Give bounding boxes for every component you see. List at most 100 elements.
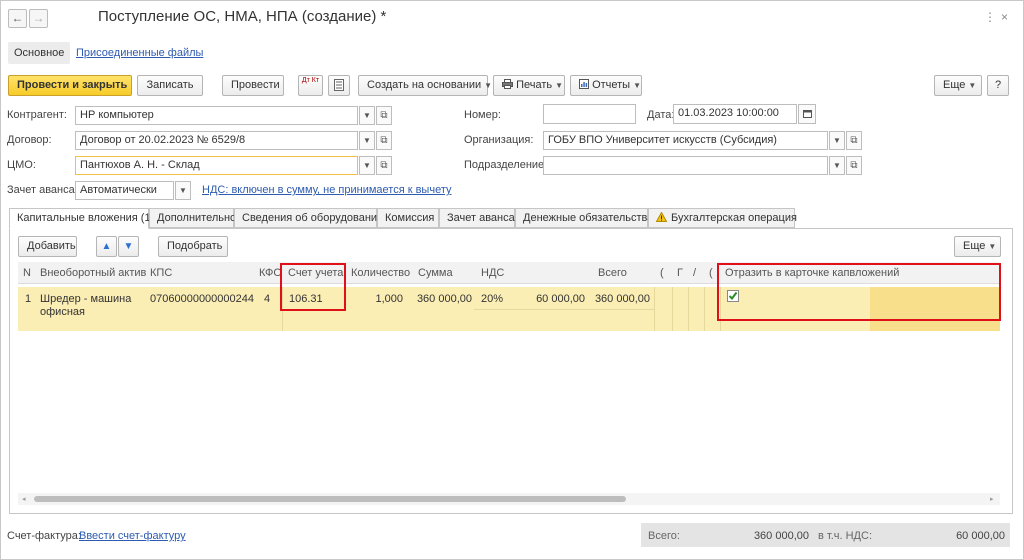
cell-divider [474,309,654,310]
cell-asset[interactable]: Шредер - машина офисная [40,293,145,319]
cell-vat-rate[interactable]: 20% [481,293,503,305]
department-field[interactable] [543,156,828,175]
department-open-icon[interactable]: ⧉ [846,156,862,175]
col-n[interactable]: N [23,267,31,279]
cell-divider [688,287,689,331]
save-button[interactable]: Записать [137,75,203,96]
back-button[interactable]: ← [8,9,27,28]
more-icon[interactable]: ⋮ [984,10,996,24]
cell-divider [654,287,655,331]
cell-total[interactable]: 360 000,00 [588,293,650,305]
col-vat[interactable]: НДС [481,267,504,279]
dt-kt-button[interactable]: Дт Кт [298,75,323,96]
contract-dropdown[interactable]: ▼ [359,131,375,150]
counterparty-open-icon[interactable]: ⧉ [376,106,392,125]
number-label: Номер: [464,109,501,121]
counterparty-dropdown[interactable]: ▼ [359,106,375,125]
calendar-button[interactable] [798,104,816,124]
vat-mode-link[interactable]: НДС: включен в сумму, не принимается к в… [202,184,451,196]
forward-button[interactable]: → [29,9,48,28]
cell-kfo[interactable]: 4 [264,293,270,305]
col-quantity[interactable]: Количество [351,267,410,279]
col-extra-1[interactable]: ( [660,267,664,279]
arrow-up-icon: ▲ [101,241,112,252]
contract-field[interactable]: Договор от 20.02.2023 № 6529/8 [75,131,358,150]
help-button[interactable]: ? [987,75,1009,96]
cmo-label: ЦМО: [7,159,36,171]
arrow-right-icon: → [32,11,45,25]
move-down-button[interactable]: ▼ [118,236,139,257]
counterparty-field[interactable]: НР компьютер [75,106,358,125]
tab-attached-files[interactable]: Присоединенные файлы [70,42,209,64]
arrow-left-icon: ← [11,11,24,25]
col-asset[interactable]: Внеоборотный актив [40,267,146,279]
tab-equipment-info[interactable]: Сведения об оборудовании [234,208,383,228]
tab-additional[interactable]: Дополнительно [149,208,236,228]
tab-capital-investments[interactable]: Капитальные вложения (1) [9,208,154,229]
page-title: Поступление ОС, НМА, НПА (создание) * [98,8,387,25]
organization-field[interactable]: ГОБУ ВПО Университет искусств (Субсидия) [543,131,828,150]
create-based-on-button[interactable]: Создать на основании ▼ [358,75,492,96]
account-column-highlight [280,263,346,311]
report-chart-icon [579,79,589,89]
advance-select[interactable]: Автоматически [75,181,174,200]
reports-label: Отчеты [592,79,631,91]
col-kps[interactable]: КПС [150,267,172,279]
department-dropdown[interactable]: ▼ [829,156,845,175]
arrow-down-icon: ▼ [123,241,134,252]
organization-open-icon[interactable]: ⧉ [846,131,862,150]
col-extra-4[interactable]: ( [709,267,713,279]
col-kfo[interactable]: КФО [259,267,282,279]
cmo-field[interactable]: Пантюхов А. Н. - Склад [75,156,358,175]
reports-button[interactable]: Отчеты ▼ [570,75,642,96]
add-row-button[interactable]: Добавить [18,236,77,257]
cmo-open-icon[interactable]: ⧉ [376,156,392,175]
chevron-down-icon: ▼ [555,81,564,90]
scroll-left-icon[interactable]: ◂ [22,495,26,503]
col-extra-2[interactable]: Г [677,267,683,279]
advance-label: Зачет аванса: [7,184,78,196]
cell-divider [672,287,673,331]
tab-commission[interactable]: Комиссия [377,208,439,228]
department-label: Подразделение: [464,159,548,171]
advance-dropdown[interactable]: ▼ [175,181,191,200]
print-button[interactable]: Печать ▼ [493,75,565,96]
select-items-button[interactable]: Подобрать [158,236,228,257]
col-total[interactable]: Всего [598,267,627,279]
chevron-down-icon: ▼ [988,242,997,251]
post-button[interactable]: Провести [222,75,284,96]
cell-divider [704,287,705,331]
dt-kt-icon: Дт Кт [301,77,320,84]
chevron-down-icon: ▼ [484,81,493,90]
cmo-dropdown[interactable]: ▼ [359,156,375,175]
tab-accounting-operation[interactable]: Бухгалтерская операция [648,208,797,228]
scrollbar-thumb[interactable] [34,496,626,502]
more-button[interactable]: Еще ▼ [934,75,982,96]
print-label: Печать [516,79,553,91]
number-field[interactable] [543,104,636,124]
col-sum[interactable]: Сумма [418,267,453,279]
tab-main[interactable]: Основное [8,42,71,64]
reflect-column-highlight [717,263,1001,321]
post-and-close-button[interactable]: Провести и закрыть [8,75,132,96]
cell-n[interactable]: 1 [25,293,31,305]
date-field[interactable]: 01.03.2023 10:00:00 [673,104,797,124]
scroll-right-icon[interactable]: ▸ [990,495,994,503]
cell-vat-sum[interactable]: 60 000,00 [520,293,585,305]
tab-monetary-obligations[interactable]: Денежные обязательства [515,208,653,228]
organization-dropdown[interactable]: ▼ [829,131,845,150]
chevron-down-icon: ▼ [968,81,977,90]
cell-quantity[interactable]: 1,000 [346,293,403,305]
close-icon[interactable]: × [1001,10,1008,24]
cell-kps[interactable]: 07060000000000244 [150,293,254,305]
create-based-on-label: Создать на основании [367,79,482,91]
list-button[interactable] [328,75,350,96]
table-more-button[interactable]: Еще ▼ [954,236,1001,257]
tab-advance[interactable]: Зачет аванса [439,208,515,228]
contract-open-icon[interactable]: ⧉ [376,131,392,150]
cell-sum[interactable]: 360 000,00 [408,293,472,305]
organization-label: Организация: [464,134,534,146]
enter-invoice-link[interactable]: Ввести счет-фактуру [79,530,186,542]
col-extra-3[interactable]: / [693,267,696,279]
move-up-button[interactable]: ▲ [96,236,117,257]
